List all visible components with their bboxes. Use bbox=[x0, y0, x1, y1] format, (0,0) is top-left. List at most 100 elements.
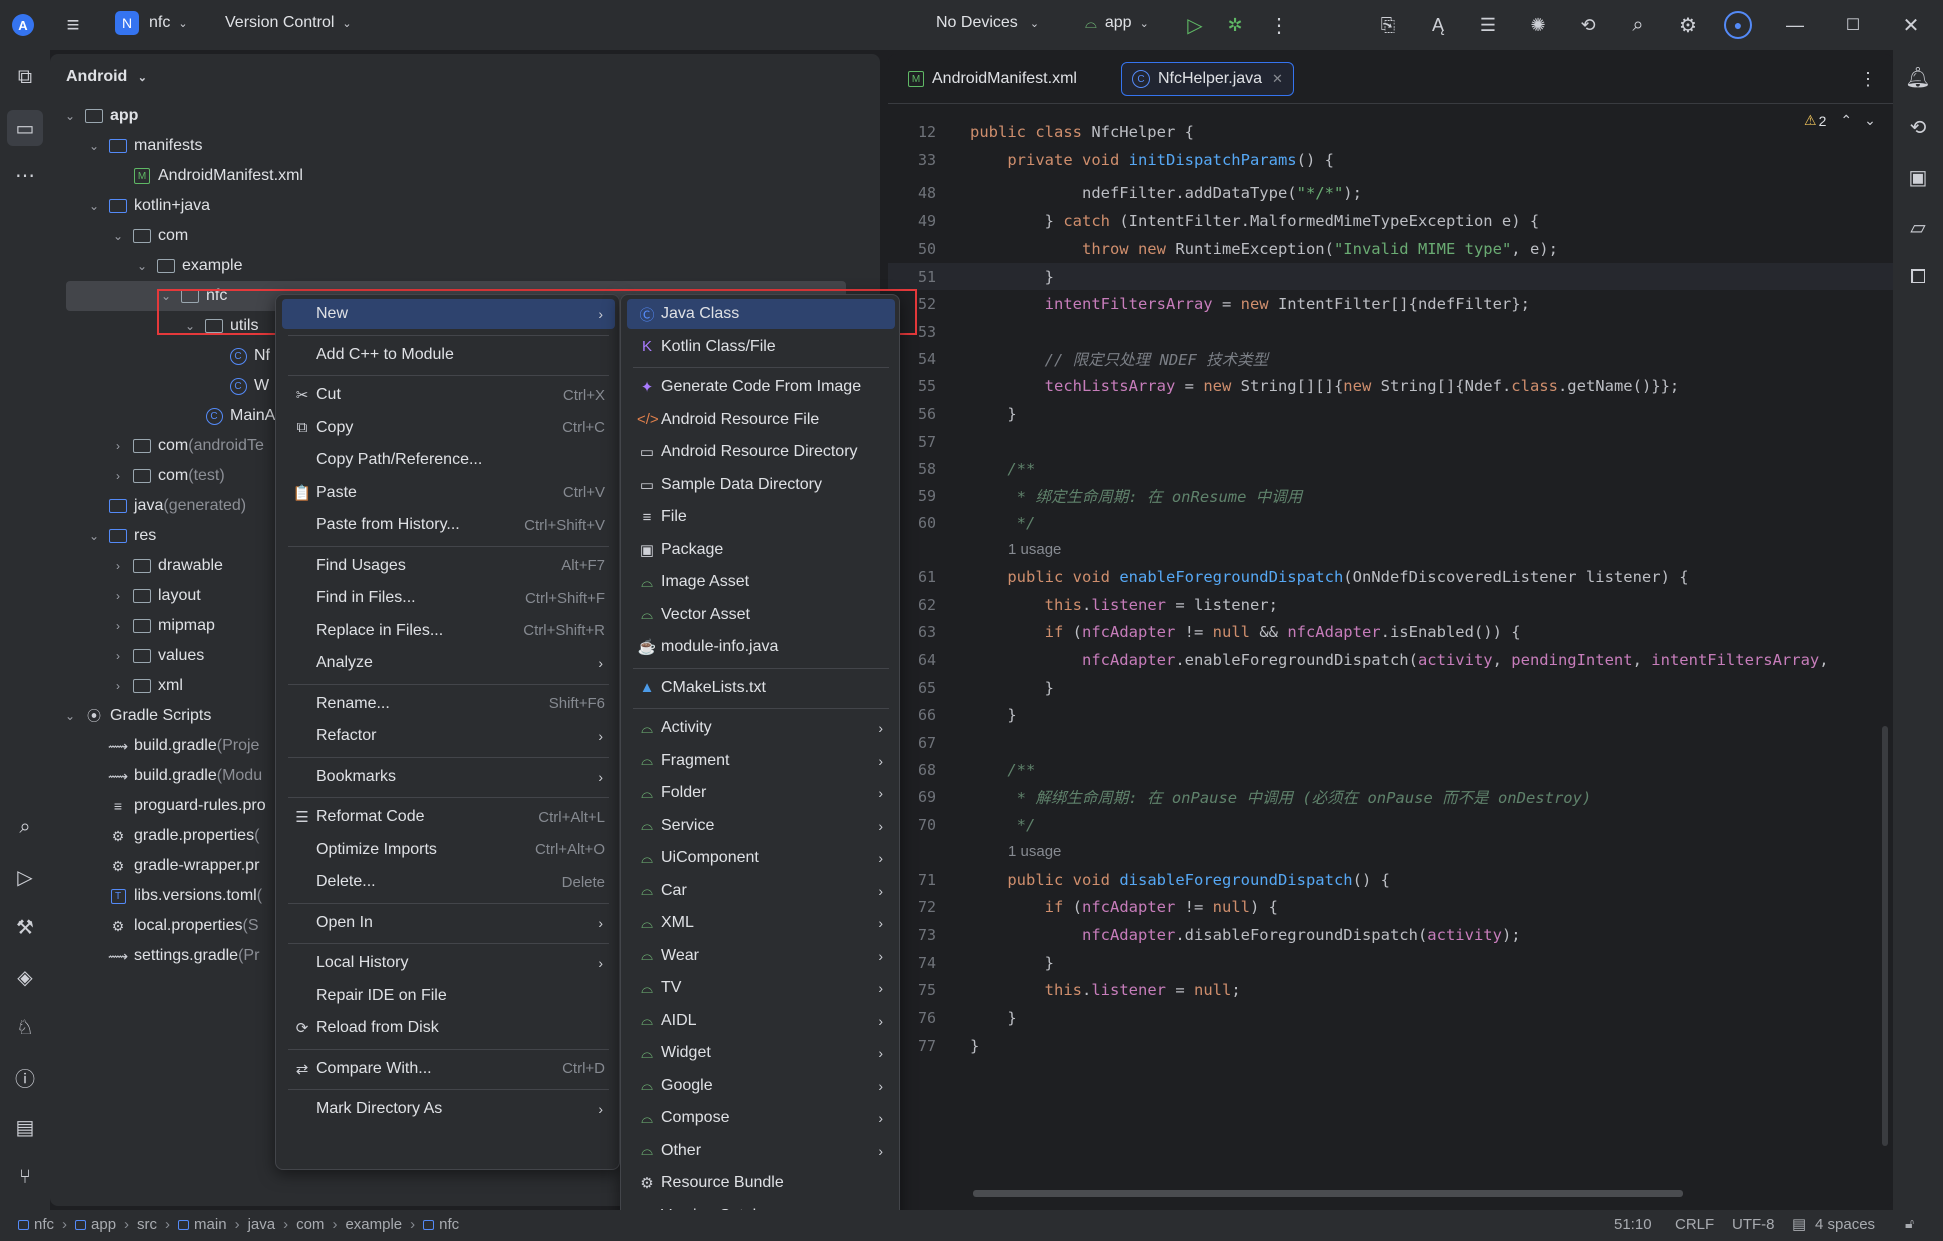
menu-item-widget[interactable]: ⌓ Widget › bbox=[627, 1038, 895, 1068]
chevron-down-icon[interactable]: ⌄ bbox=[134, 259, 150, 273]
menu-item-activity[interactable]: ⌓ Activity › bbox=[627, 713, 895, 743]
menu-item-kotlin-class-file[interactable]: K Kotlin Class/File bbox=[627, 332, 895, 362]
profiler-icon[interactable]: ⎘ bbox=[1375, 12, 1401, 38]
menu-item-copy[interactable]: ⧉ Copy Ctrl+C bbox=[282, 413, 615, 443]
run-config-selector[interactable]: ⌓ app ⌄ bbox=[1085, 14, 1149, 32]
tab-android-manifest[interactable]: M AndroidManifest.xml bbox=[898, 62, 1087, 96]
menu-item-replace-in-files[interactable]: Replace in Files... Ctrl+Shift+R bbox=[282, 616, 615, 646]
breadcrumb-item[interactable]: example bbox=[345, 1216, 402, 1233]
chevron-right-icon[interactable]: › bbox=[110, 559, 126, 573]
more-tools-icon[interactable]: ⋯ bbox=[10, 160, 40, 190]
minimize-icon[interactable]: — bbox=[1782, 12, 1808, 38]
menu-item-module-info-java[interactable]: ☕ module-info.java bbox=[627, 632, 895, 662]
maximize-icon[interactable]: ☐ bbox=[1840, 12, 1866, 38]
menu-item-refactor[interactable]: Refactor › bbox=[282, 721, 615, 751]
menu-item-car[interactable]: ⌓ Car › bbox=[627, 876, 895, 906]
menu-item-folder[interactable]: ⌓ Folder › bbox=[627, 778, 895, 808]
breadcrumb-item[interactable]: nfc bbox=[439, 1216, 459, 1233]
menu-item-cut[interactable]: ✂ Cut Ctrl+X bbox=[282, 380, 615, 410]
debug-icon[interactable]: ✲ bbox=[1222, 12, 1248, 38]
build-hammer-icon[interactable]: ⚒ bbox=[10, 912, 40, 942]
chevron-down-icon[interactable]: ⌄ bbox=[62, 109, 78, 123]
structure-icon[interactable]: ⧉ bbox=[10, 62, 40, 92]
chevron-right-icon[interactable]: › bbox=[110, 679, 126, 693]
git-branch-icon[interactable]: ⑂ bbox=[10, 1162, 40, 1192]
menu-item-repair-ide-on-file[interactable]: Repair IDE on File bbox=[282, 981, 615, 1011]
menu-item-uicomponent[interactable]: ⌓ UiComponent › bbox=[627, 843, 895, 873]
breadcrumb-item[interactable]: java bbox=[248, 1216, 276, 1233]
menu-item-new[interactable]: New › bbox=[282, 299, 615, 329]
run-icon[interactable]: ▷ bbox=[1182, 12, 1208, 38]
tree-row[interactable]: ⌄ example bbox=[50, 251, 880, 281]
breadcrumb-item[interactable]: src bbox=[137, 1216, 157, 1233]
menu-item-analyze[interactable]: Analyze › bbox=[282, 648, 615, 678]
close-tab-icon[interactable]: ✕ bbox=[1272, 71, 1283, 87]
gem-icon[interactable]: ◈ bbox=[10, 962, 40, 992]
tree-row[interactable]: ⌄ app bbox=[50, 101, 880, 131]
main-menu-icon[interactable]: ≡ bbox=[60, 12, 86, 38]
menu-item-find-in-files[interactable]: Find in Files... Ctrl+Shift+F bbox=[282, 583, 615, 613]
problems-icon[interactable]: ⓘ bbox=[10, 1062, 40, 1092]
menu-item-android-resource-directory[interactable]: ▭ Android Resource Directory bbox=[627, 437, 895, 467]
vcs-widget[interactable]: Version Control ⌄ bbox=[225, 14, 352, 32]
menu-item-java-class[interactable]: Ⓒ Java Class bbox=[627, 299, 895, 329]
menu-item-google[interactable]: ⌓ Google › bbox=[627, 1071, 895, 1101]
menu-item-open-in[interactable]: Open In › bbox=[282, 908, 615, 938]
menu-item-aidl[interactable]: ⌓ AIDL › bbox=[627, 1006, 895, 1036]
vertical-scrollbar[interactable] bbox=[1882, 726, 1888, 1146]
project-view-selector[interactable]: Android ⌄ bbox=[66, 68, 147, 86]
menu-item-reload-from-disk[interactable]: ⟳ Reload from Disk bbox=[282, 1013, 615, 1043]
chevron-right-icon[interactable]: › bbox=[110, 589, 126, 603]
emulator-icon[interactable]: ⧠ bbox=[1903, 262, 1933, 292]
menu-item-local-history[interactable]: Local History › bbox=[282, 948, 615, 978]
chevron-down-icon[interactable]: ⌄ bbox=[86, 529, 102, 543]
menu-item-generate-code-from-image[interactable]: ✦ Generate Code From Image bbox=[627, 372, 895, 402]
menu-item-package[interactable]: ▣ Package bbox=[627, 535, 895, 565]
translate-icon[interactable]: Ą bbox=[1425, 12, 1451, 38]
menu-item-tv[interactable]: ⌓ TV › bbox=[627, 973, 895, 1003]
indent-setting[interactable]: 4 spaces bbox=[1815, 1216, 1875, 1233]
device-explorer-icon[interactable]: ▱ bbox=[1903, 212, 1933, 242]
account-icon[interactable]: ● bbox=[1724, 11, 1752, 39]
chevron-down-icon[interactable]: ⌄ bbox=[110, 229, 126, 243]
chevron-down-icon[interactable]: ⌄ bbox=[86, 139, 102, 153]
breadcrumb-item[interactable]: app bbox=[91, 1216, 116, 1233]
search-icon[interactable]: ⌕ bbox=[10, 812, 40, 842]
menu-item-xml[interactable]: ⌓ XML › bbox=[627, 908, 895, 938]
line-separator[interactable]: CRLF bbox=[1675, 1216, 1714, 1233]
run-icon[interactable]: ▷ bbox=[10, 862, 40, 892]
project-folder-icon[interactable]: ▭ bbox=[7, 110, 43, 146]
menu-item-delete[interactable]: Delete... Delete bbox=[282, 867, 615, 897]
tab-options-icon[interactable]: ⋮ bbox=[1856, 66, 1880, 92]
more-actions-icon[interactable]: ⋮ bbox=[1266, 12, 1292, 38]
device-manager-icon[interactable]: ⟲ bbox=[1575, 12, 1601, 38]
running-devices-icon[interactable]: ▣ bbox=[1903, 162, 1933, 192]
menu-item-service[interactable]: ⌓ Service › bbox=[627, 811, 895, 841]
close-icon[interactable]: ✕ bbox=[1898, 12, 1924, 38]
lock-icon[interactable]: 🔓︎ bbox=[1905, 1215, 1914, 1232]
menu-item-file[interactable]: ≡ File bbox=[627, 502, 895, 532]
menu-item-mark-directory-as[interactable]: Mark Directory As › bbox=[282, 1094, 615, 1124]
chevron-right-icon[interactable]: › bbox=[110, 439, 126, 453]
tree-row[interactable]: M AndroidManifest.xml bbox=[50, 161, 880, 191]
terminal-icon[interactable]: ▤ bbox=[10, 1112, 40, 1142]
chevron-down-icon[interactable]: ⌄ bbox=[62, 709, 78, 723]
menu-item-wear[interactable]: ⌓ Wear › bbox=[627, 941, 895, 971]
tree-row[interactable]: ⌄ kotlin+java bbox=[50, 191, 880, 221]
tab-nfchelper-java[interactable]: C NfcHelper.java ✕ bbox=[1121, 62, 1294, 96]
device-manager-icon[interactable]: ⟲ bbox=[1903, 112, 1933, 142]
menu-item-resource-bundle[interactable]: ⚙ Resource Bundle bbox=[627, 1168, 895, 1198]
menu-item-cmakelists-txt[interactable]: ▲ CMakeLists.txt bbox=[627, 673, 895, 703]
menu-item-vector-asset[interactable]: ⌓ Vector Asset bbox=[627, 600, 895, 630]
tree-row[interactable]: ⌄ com bbox=[50, 221, 880, 251]
chevron-right-icon[interactable]: › bbox=[110, 649, 126, 663]
breadcrumb-item[interactable]: main bbox=[194, 1216, 227, 1233]
menu-item-android-resource-file[interactable]: </> Android Resource File bbox=[627, 405, 895, 435]
breadcrumb-item[interactable]: com bbox=[296, 1216, 324, 1233]
device-selector[interactable]: No Devices ⌄ bbox=[936, 14, 1039, 32]
tree-row[interactable]: ⌄ manifests bbox=[50, 131, 880, 161]
notifications-bell-icon[interactable]: 🔔︎ bbox=[1903, 62, 1933, 92]
menu-item-add-c-to-module[interactable]: Add C++ to Module bbox=[282, 340, 615, 370]
menu-item-compose[interactable]: ⌓ Compose › bbox=[627, 1103, 895, 1133]
bug-icon[interactable]: ✺ bbox=[1525, 12, 1551, 38]
